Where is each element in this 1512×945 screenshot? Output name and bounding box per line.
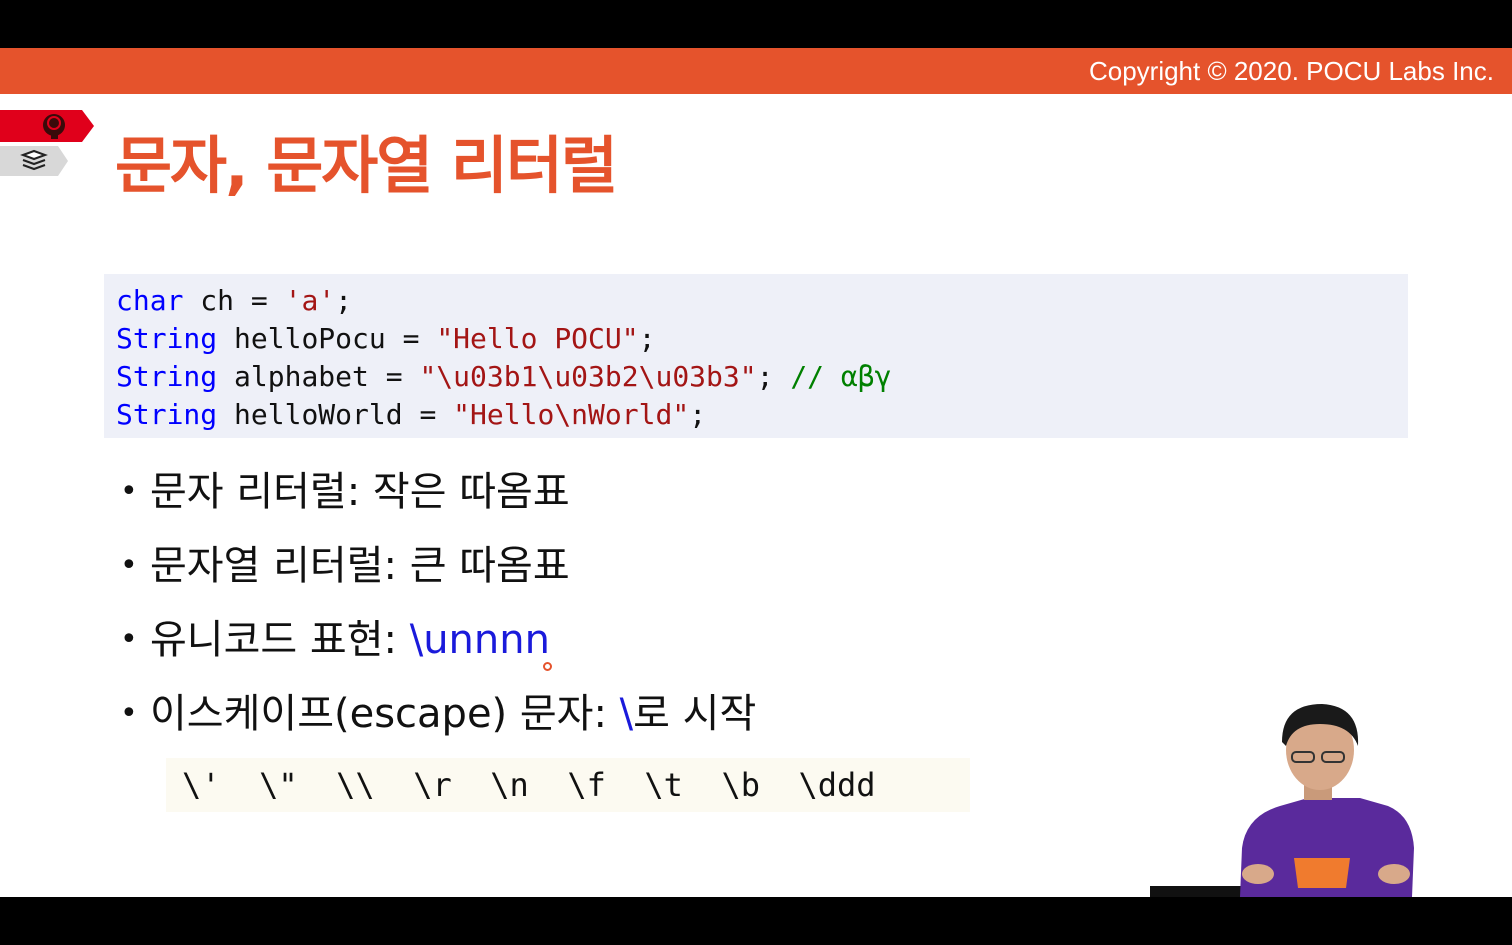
bullet-suffix: 로 시작 — [633, 691, 757, 737]
bullet-dot-icon: • — [120, 622, 138, 657]
bullet-text: 이스케이프(escape) 문자: — [150, 691, 620, 737]
code-line: String alphabet = "\u03b1\u03b2\u03b3"; … — [116, 358, 1408, 396]
code-line: char ch = 'a'; — [116, 282, 1408, 320]
topic-tag-grey — [0, 146, 68, 176]
code-token: ; — [335, 284, 353, 317]
bullet-text: 문자 리터럴: 작은 따옴표 — [150, 469, 570, 515]
slide: Copyright © 2020. POCU Labs Inc. 문자, 문자열… — [0, 48, 1512, 897]
bullet-dot-icon: • — [120, 474, 138, 509]
bullet-text: 유니코드 표현: — [150, 617, 410, 663]
code-token: "Hello\nWorld" — [453, 398, 690, 431]
bullet-string-literal: • 문자열 리터럴: 큰 따옴표 — [120, 540, 570, 592]
bullet-escape: • 이스케이프(escape) 문자: \로 시작 — [120, 688, 756, 740]
code-token: ; — [689, 398, 707, 431]
code-token: String — [116, 322, 218, 355]
pointer-cursor-icon — [543, 662, 552, 671]
presenter-video — [1134, 698, 1512, 897]
code-token: ch = — [183, 284, 285, 317]
code-line: String helloWorld = "Hello\nWorld"; — [116, 396, 1408, 434]
bullet-unicode: • 유니코드 표현: \unnnn — [120, 614, 550, 666]
bullet-dot-icon: • — [120, 548, 138, 583]
code-token: helloPocu = — [217, 322, 437, 355]
topic-tag-red — [0, 110, 94, 142]
bullet-highlight: \unnnn — [409, 617, 550, 663]
code-block: char ch = 'a'; String helloPocu = "Hello … — [104, 274, 1408, 438]
code-token: 'a' — [284, 284, 336, 317]
code-token: String — [116, 398, 218, 431]
bullet-highlight: \ — [619, 691, 634, 737]
bullet-dot-icon: • — [120, 696, 138, 731]
bullet-text: 문자열 리터럴: 큰 따옴표 — [150, 543, 570, 589]
escape-sequence-box: \' \" \\ \r \n \f \t \b \ddd — [166, 758, 970, 812]
video-letterbox-top — [0, 0, 1512, 48]
video-letterbox-bottom — [0, 897, 1512, 945]
code-token: alphabet = — [217, 360, 420, 393]
bullet-char-literal: • 문자 리터럴: 작은 따옴표 — [120, 466, 570, 518]
code-token: // αβγ — [790, 360, 892, 393]
code-token: ; — [756, 360, 791, 393]
code-token: String — [116, 360, 218, 393]
copyright-text: Copyright © 2020. POCU Labs Inc. — [1088, 56, 1494, 86]
code-token: "Hello POCU" — [436, 322, 639, 355]
code-line: String helloPocu = "Hello POCU"; — [116, 320, 1408, 358]
code-token: ; — [638, 322, 656, 355]
code-token: helloWorld = — [217, 398, 454, 431]
code-token: "\u03b1\u03b2\u03b3" — [419, 360, 757, 393]
code-token: char — [116, 284, 184, 317]
slide-header-bar: Copyright © 2020. POCU Labs Inc. — [0, 48, 1512, 94]
slide-title: 문자, 문자열 리터럴 — [115, 129, 618, 202]
